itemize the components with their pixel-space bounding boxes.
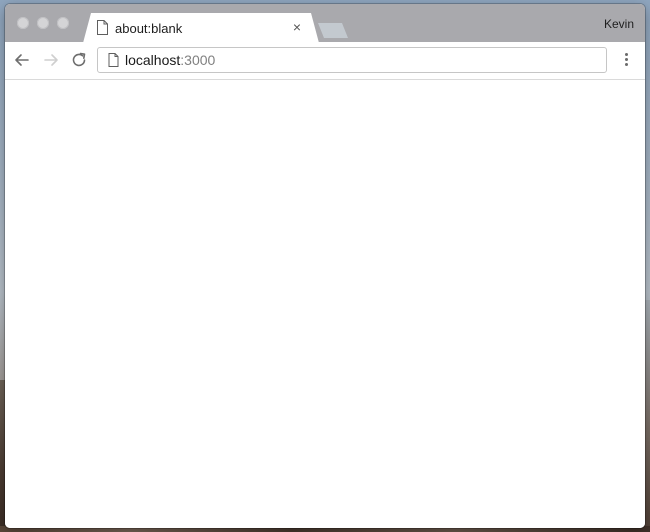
new-tab-button[interactable] <box>318 23 348 38</box>
tab-strip: about:blank × Kevin <box>5 4 645 43</box>
browser-window: about:blank × Kevin localhost:3000 <box>5 4 645 528</box>
document-icon <box>108 53 119 67</box>
url-text: localhost:3000 <box>125 52 215 68</box>
back-arrow-icon[interactable] <box>13 51 31 69</box>
toolbar: localhost:3000 <box>5 42 645 80</box>
reload-icon[interactable] <box>70 51 88 69</box>
forward-arrow-icon[interactable] <box>42 51 60 69</box>
tab-about-blank[interactable]: about:blank × <box>83 13 319 43</box>
zoom-window-button[interactable] <box>57 17 69 29</box>
url-port: :3000 <box>180 52 216 68</box>
profile-name[interactable]: Kevin <box>604 17 634 31</box>
menu-kebab-icon[interactable] <box>620 51 632 69</box>
tab-close-button[interactable]: × <box>289 19 305 35</box>
url-host: localhost <box>125 52 181 68</box>
page-content[interactable] <box>5 80 645 528</box>
tab-title: about:blank <box>115 21 183 36</box>
close-window-button[interactable] <box>17 17 29 29</box>
document-icon <box>97 20 108 35</box>
address-bar[interactable]: localhost:3000 <box>97 47 607 73</box>
minimize-window-button[interactable] <box>37 17 49 29</box>
